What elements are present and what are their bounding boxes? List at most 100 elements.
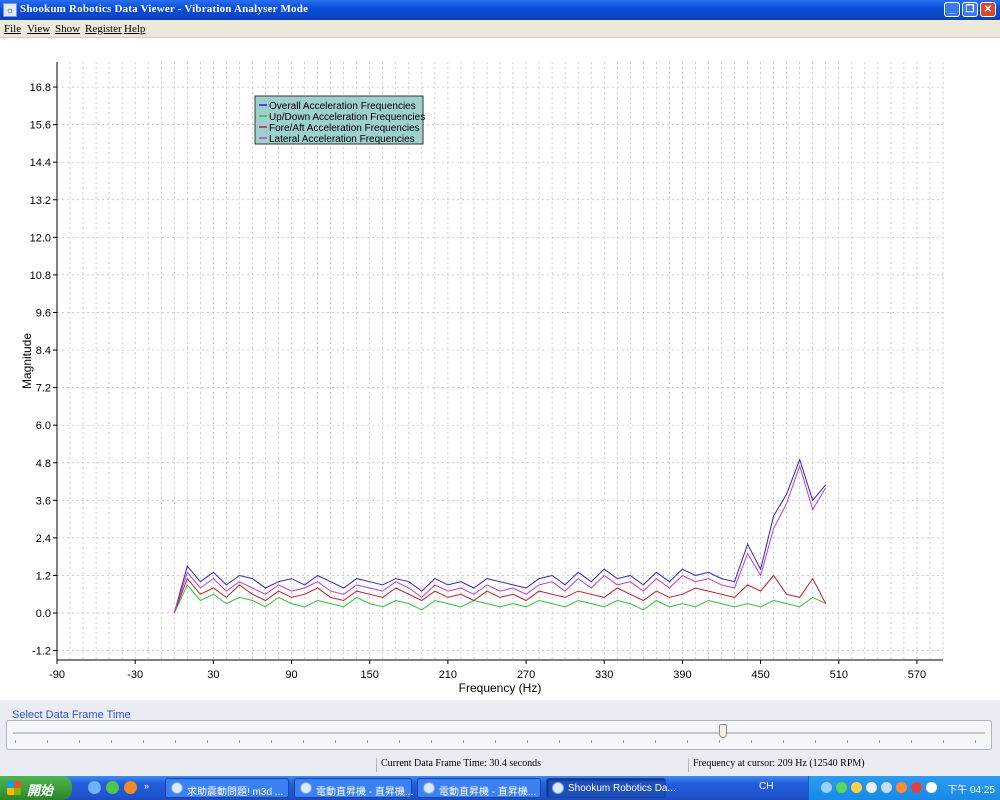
- language-indicator[interactable]: CH: [759, 781, 773, 792]
- y-tick-label: 13.2: [30, 195, 51, 207]
- slider-tick: [815, 740, 816, 743]
- slider-tick: [623, 740, 624, 743]
- quicklaunch-browser-icon[interactable]: [124, 781, 137, 794]
- title-bar: ☼ Shookum Robotics Data Viewer - Vibrati…: [0, 0, 1000, 20]
- slider-tick: [463, 740, 464, 743]
- cursor-frequency-status: Frequency at cursor: 209 Hz (12540 RPM): [688, 758, 989, 772]
- slider-tick: [847, 740, 848, 743]
- tray-alert-icon[interactable]: [851, 782, 862, 793]
- x-tick-label: 90: [285, 669, 297, 681]
- y-tick-label: 9.6: [36, 307, 51, 319]
- slider-tick: [975, 740, 976, 743]
- task-button[interactable]: 電動直昇機 - 直昇機...: [417, 778, 541, 798]
- menu-show[interactable]: Show: [55, 23, 80, 35]
- app-icon: ☼: [3, 3, 17, 17]
- slider-track[interactable]: [13, 732, 985, 734]
- slider-tick: [687, 740, 688, 743]
- slider-tick: [911, 740, 912, 743]
- menu-bar: File View Show Register Help: [0, 20, 1000, 38]
- slider-tick: [751, 740, 752, 743]
- x-tick-label: 210: [439, 669, 457, 681]
- x-tick-label: 510: [830, 669, 848, 681]
- tray-security-icon[interactable]: [896, 782, 907, 793]
- windows-flag-icon: [7, 781, 21, 795]
- slider-tick: [47, 740, 48, 743]
- start-button[interactable]: 開始: [0, 776, 72, 800]
- slider-tick: [495, 740, 496, 743]
- tray-shield-icon[interactable]: [836, 782, 847, 793]
- chart-panel[interactable]: -1.2 0.0 1.2 2.4 3.6 4.8 6.0 7.2 8.4 9.6 10.8 12.0 1…: [0, 38, 1000, 700]
- task-button[interactable]: 電動直昇機 - 直昇機...: [294, 778, 413, 798]
- system-tray: 下午 04:25: [808, 776, 1000, 800]
- legend-label: Lateral Acceleration Frequencies: [269, 134, 415, 145]
- slider-tick: [655, 740, 656, 743]
- x-tick-label: 570: [908, 669, 926, 681]
- x-axis-label: Frequency (Hz): [459, 681, 542, 695]
- ie-icon: [300, 782, 312, 794]
- x-tick-label: 270: [517, 669, 535, 681]
- y-tick-label: 3.6: [36, 495, 51, 507]
- taskbar: 開始 » 求助震動問題! m3d ... 電動直昇機 - 直昇機... 電動直昇…: [0, 776, 1000, 800]
- restore-button[interactable]: ❐: [962, 2, 978, 17]
- slider-tick: [303, 740, 304, 743]
- slider-tick: [527, 740, 528, 743]
- menu-help[interactable]: Help: [124, 23, 145, 35]
- y-tick-label: 14.4: [30, 157, 51, 169]
- ie-icon: [423, 782, 435, 794]
- tray-app-icon[interactable]: [866, 782, 877, 793]
- slider-tick: [271, 740, 272, 743]
- y-tick-label: 4.8: [36, 458, 51, 470]
- slider-tick: [15, 740, 16, 743]
- slider-tick: [783, 740, 784, 743]
- slider-tick: [879, 740, 880, 743]
- slider-tick: [111, 740, 112, 743]
- slider-tick: [943, 740, 944, 743]
- frequency-chart[interactable]: -1.2 0.0 1.2 2.4 3.6 4.8 6.0 7.2 8.4 9.6 10.8 12.0 1…: [0, 38, 1000, 700]
- slider-thumb[interactable]: [718, 724, 727, 738]
- slider-tick: [79, 740, 80, 743]
- x-tick-label: 150: [361, 669, 379, 681]
- slider-tick: [239, 740, 240, 743]
- slider-tick: [367, 740, 368, 743]
- minimize-button[interactable]: _: [944, 2, 960, 17]
- y-tick-label: 15.6: [30, 120, 51, 132]
- x-tick-label: 450: [751, 669, 769, 681]
- y-tick-label: -1.2: [32, 646, 51, 658]
- x-tick-label: 30: [207, 669, 219, 681]
- tray-volume-icon[interactable]: [881, 782, 892, 793]
- frame-time-status: Current Data Frame Time: 30.4 seconds: [376, 758, 682, 772]
- y-tick-label: 12.0: [30, 232, 51, 244]
- ie-icon: [171, 782, 183, 794]
- quicklaunch-ie-icon[interactable]: [88, 781, 101, 794]
- tray-update-icon[interactable]: [911, 782, 922, 793]
- y-tick-label: 0.0: [36, 608, 51, 620]
- slider-tick: [719, 740, 720, 743]
- task-button-active[interactable]: Shookum Robotics Da...: [546, 778, 676, 798]
- menu-register[interactable]: Register: [85, 23, 122, 35]
- close-button[interactable]: ✕: [980, 2, 996, 17]
- y-tick-label: 8.4: [36, 345, 51, 357]
- task-button[interactable]: 求助震動問題! m3d ...: [165, 778, 289, 798]
- quicklaunch-media-icon[interactable]: [106, 781, 119, 794]
- frame-time-slider[interactable]: [6, 720, 992, 750]
- legend-label: Fore/Aft Acceleration Frequencies: [269, 123, 420, 134]
- slider-tick: [431, 740, 432, 743]
- menu-file[interactable]: File: [4, 23, 21, 35]
- x-tick-label: 330: [595, 669, 613, 681]
- tray-network-icon[interactable]: [821, 782, 832, 793]
- slider-tick: [143, 740, 144, 743]
- y-axis-label: Magnitude: [20, 333, 34, 389]
- y-tick-label: 7.2: [36, 383, 51, 395]
- slider-tick: [559, 740, 560, 743]
- quicklaunch-more-icon[interactable]: »: [144, 781, 152, 794]
- menu-view[interactable]: View: [27, 23, 50, 35]
- slider-tick: [175, 740, 176, 743]
- y-tick-label: 10.8: [30, 270, 51, 282]
- app-icon: [552, 782, 564, 794]
- tray-misc-icon[interactable]: [926, 782, 937, 793]
- legend-label: Overall Acceleration Frequencies: [269, 101, 416, 112]
- slider-tick: [335, 740, 336, 743]
- window-title: Shookum Robotics Data Viewer - Vibration…: [20, 3, 309, 15]
- y-tick-label: 6.0: [36, 420, 51, 432]
- slider-tick: [591, 740, 592, 743]
